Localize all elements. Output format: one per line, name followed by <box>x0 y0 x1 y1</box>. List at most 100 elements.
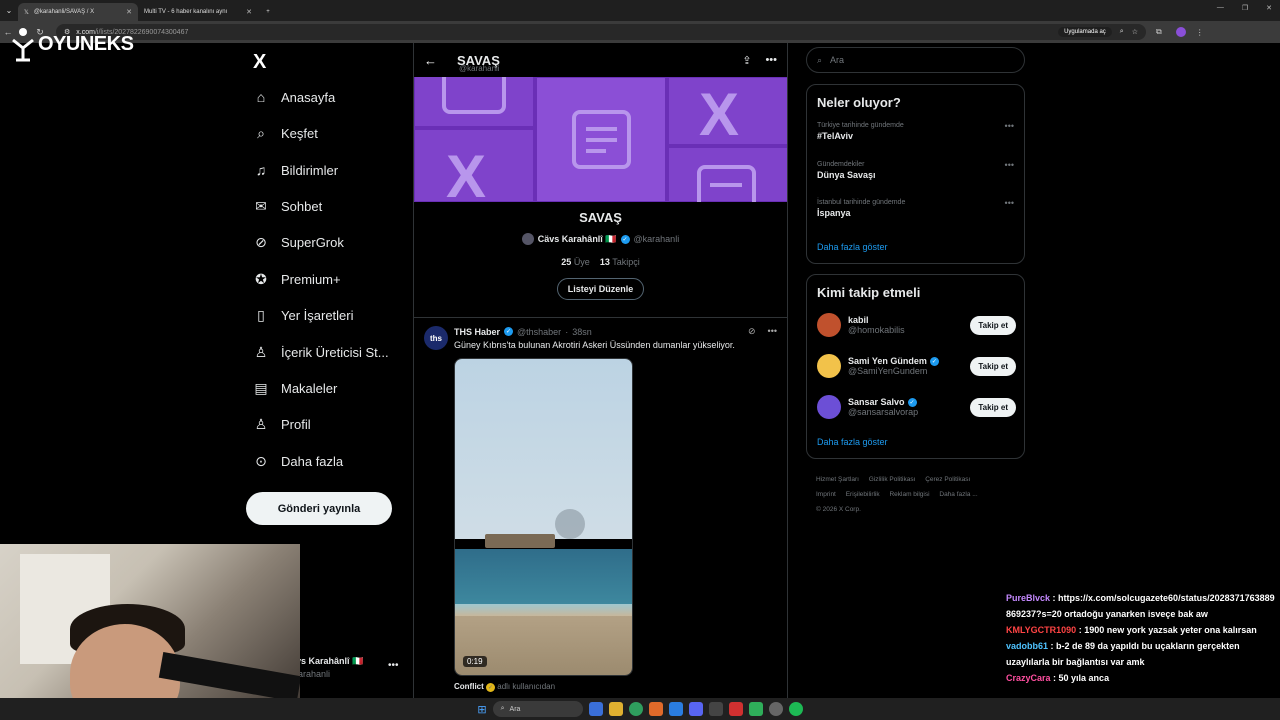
footer-link[interactable]: Çerez Politikası <box>925 476 970 483</box>
trend-more-icon[interactable]: ••• <box>1005 198 1014 208</box>
avatar[interactable] <box>817 395 841 419</box>
copyright: © 2026 X Corp. <box>816 506 861 513</box>
sidebar-item-anasayfa[interactable]: ⌂ Anasayfa <box>253 89 335 105</box>
tweet-video[interactable]: 0:19 <box>454 358 633 676</box>
avatar[interactable] <box>817 354 841 378</box>
app-icon[interactable] <box>708 702 723 716</box>
url-input[interactable]: ⚙ x.com/i/lists/2027822690074300467 Uygu… <box>56 24 1146 40</box>
footer-link[interactable]: Hizmet Şartları <box>816 476 859 483</box>
avatar[interactable] <box>817 313 841 337</box>
obs-icon[interactable] <box>768 702 783 716</box>
spotify-icon[interactable] <box>788 702 803 716</box>
close-icon[interactable]: ✕ <box>126 8 132 16</box>
tweet-author-name[interactable]: THS Haber <box>454 327 500 337</box>
chrome-icon[interactable] <box>628 702 643 716</box>
tab-active-label: @karahanli/SAVAŞ / X <box>33 9 95 15</box>
chat-message: CrazyCara : 50 yıla anca <box>1006 673 1110 683</box>
follow-button[interactable]: Takip et <box>970 356 1016 376</box>
sidebar-item-premium[interactable]: ✪ Premium+ <box>253 271 340 287</box>
sidebar-item-daha-fazla[interactable]: ⊙ Daha fazla <box>253 453 343 469</box>
edit-list-button[interactable]: Listeyi Düzenle <box>556 278 645 300</box>
follow-suggestion[interactable]: Sansar Salvo ✓ @sansarsalvorap Takip et <box>817 393 1016 421</box>
suggestion-name: kabil <box>848 315 869 325</box>
tab-search-icon[interactable]: ⌄ <box>0 0 18 21</box>
footer-link[interactable]: Erişilebilirlik <box>846 491 880 498</box>
footer-link[interactable]: Reklam bilgisi <box>889 491 929 498</box>
sidebar-item-sohbet[interactable]: ✉ Sohbet <box>253 198 322 214</box>
taskbar-search[interactable]: ⌕ Ara <box>492 701 583 717</box>
video-duration: 0:19 <box>463 656 487 667</box>
share-icon[interactable]: ⇪ <box>742 54 751 67</box>
close-window-icon[interactable]: ✕ <box>1266 4 1272 12</box>
account-name[interactable]: vs Karahânlî 🇮🇹 <box>296 656 363 667</box>
tweet-time[interactable]: 38sn <box>572 327 592 337</box>
footer-link[interactable]: Gizlilik Politikası <box>869 476 916 483</box>
tweet-more-icon[interactable]: ••• <box>768 326 777 337</box>
search-input[interactable]: ⌕ Ara <box>806 47 1025 73</box>
members-label: Üye <box>573 257 590 267</box>
trend-item[interactable]: İstanbul tarihinde gündemde İspanya <box>817 199 905 218</box>
follow-suggestion[interactable]: Sami Yen Gündem ✓ @SamiYenGundem Takip et <box>817 352 1016 380</box>
tab-inactive[interactable]: Multi TV - 6 haber kanalını aynı ✕ <box>138 3 258 21</box>
video-frame-sand <box>455 616 632 675</box>
chat-user: CrazyCara <box>1006 673 1051 683</box>
follow-button[interactable]: Takip et <box>970 397 1016 417</box>
footer-link[interactable]: Imprint <box>816 491 836 498</box>
sidebar-item-supergrok[interactable]: ⊘ SuperGrok <box>253 234 344 250</box>
discord-icon[interactable] <box>688 702 703 716</box>
new-tab-button[interactable]: + <box>258 3 278 21</box>
post-button[interactable]: Gönderi yayınla <box>246 492 392 525</box>
list-owner[interactable]: Cävs Karahânlî 🇮🇹 ✓ @karahanli <box>414 233 787 245</box>
app-icon[interactable] <box>728 702 743 716</box>
x-logo-icon[interactable]: X <box>253 51 266 74</box>
trends-card: Neler oluyor? Türkiye tarihinde gündemde… <box>806 84 1025 264</box>
windows-start-icon[interactable]: ⊞ <box>477 703 486 716</box>
sidebar-item-bildirimler[interactable]: ♫ Bildirimler <box>253 162 338 178</box>
attribution-name[interactable]: Conflict <box>454 682 484 691</box>
sidebar-item-bookmarks[interactable]: ▯ Yer İşaretleri <box>253 307 353 323</box>
follow-button[interactable]: Takip et <box>970 315 1016 335</box>
followers-link[interactable]: 13 Takipçi <box>600 257 640 267</box>
tweet-author-handle[interactable]: @thshaber <box>517 327 561 337</box>
more-icon: ⊙ <box>255 452 267 469</box>
profile-avatar[interactable] <box>1175 27 1186 37</box>
trends-show-more-link[interactable]: Daha fazla göster <box>817 242 888 252</box>
account-more-icon[interactable]: ••• <box>388 660 399 671</box>
app-icon[interactable] <box>748 702 763 716</box>
star-icon[interactable]: ☆ <box>1132 28 1138 36</box>
menu-icon[interactable]: ⋮ <box>1196 28 1204 37</box>
trend-more-icon[interactable]: ••• <box>1005 121 1014 131</box>
verified-badge-icon: ✓ <box>907 397 917 407</box>
file-explorer-icon[interactable] <box>588 702 603 716</box>
tab-active[interactable]: 𝕏 @karahanli/SAVAŞ / X ✕ <box>18 3 138 21</box>
footer-link[interactable]: Daha fazla ... <box>939 491 977 498</box>
tweet-avatar[interactable]: ths <box>424 326 448 350</box>
video-frame-ship <box>485 534 555 548</box>
back-arrow-icon[interactable]: ← <box>424 53 437 68</box>
sidebar-item-makaleler[interactable]: ▤ Makaleler <box>253 380 337 396</box>
minimize-icon[interactable]: — <box>1217 4 1224 12</box>
open-in-app-button[interactable]: Uygulamada aç <box>1058 27 1112 37</box>
folder-icon[interactable] <box>608 702 623 716</box>
bell-icon: ♫ <box>255 162 267 178</box>
more-options-icon[interactable]: ••• <box>765 54 777 67</box>
follow-suggestion[interactable]: kabil @homokabilis Takip et <box>817 311 1016 339</box>
members-link[interactable]: 25 Üye <box>561 257 590 267</box>
tweet[interactable]: ths THS Haber ✓ @thshaber · 38sn ⊘ ••• G… <box>414 318 787 692</box>
sidebar-item-kesfet[interactable]: ⌕ Keşfet <box>253 125 318 141</box>
trend-more-icon[interactable]: ••• <box>1005 160 1014 170</box>
restore-icon[interactable]: ❐ <box>1242 4 1248 12</box>
grok-icon[interactable]: ⊘ <box>748 326 756 337</box>
sidebar-item-profil[interactable]: ♙ Profil <box>253 416 311 432</box>
zoom-icon[interactable]: ⌕ <box>1120 28 1124 36</box>
extensions-icon[interactable]: ⧉ <box>1156 27 1162 37</box>
sidebar-item-creator-studio[interactable]: ♙ İçerik Üreticisi St... <box>253 344 389 360</box>
edge-icon[interactable] <box>668 702 683 716</box>
trend-item[interactable]: Türkiye tarihinde gündemde #TelAviv <box>817 122 904 141</box>
app-icon[interactable] <box>648 702 663 716</box>
suggestion-handle: @homokabilis <box>848 325 905 335</box>
trend-item[interactable]: Gündemdekiler Dünya Savaşı <box>817 161 876 180</box>
close-icon[interactable]: ✕ <box>246 8 252 16</box>
who-show-more-link[interactable]: Daha fazla göster <box>817 437 888 447</box>
chat-user: vadobb61 <box>1006 641 1049 651</box>
